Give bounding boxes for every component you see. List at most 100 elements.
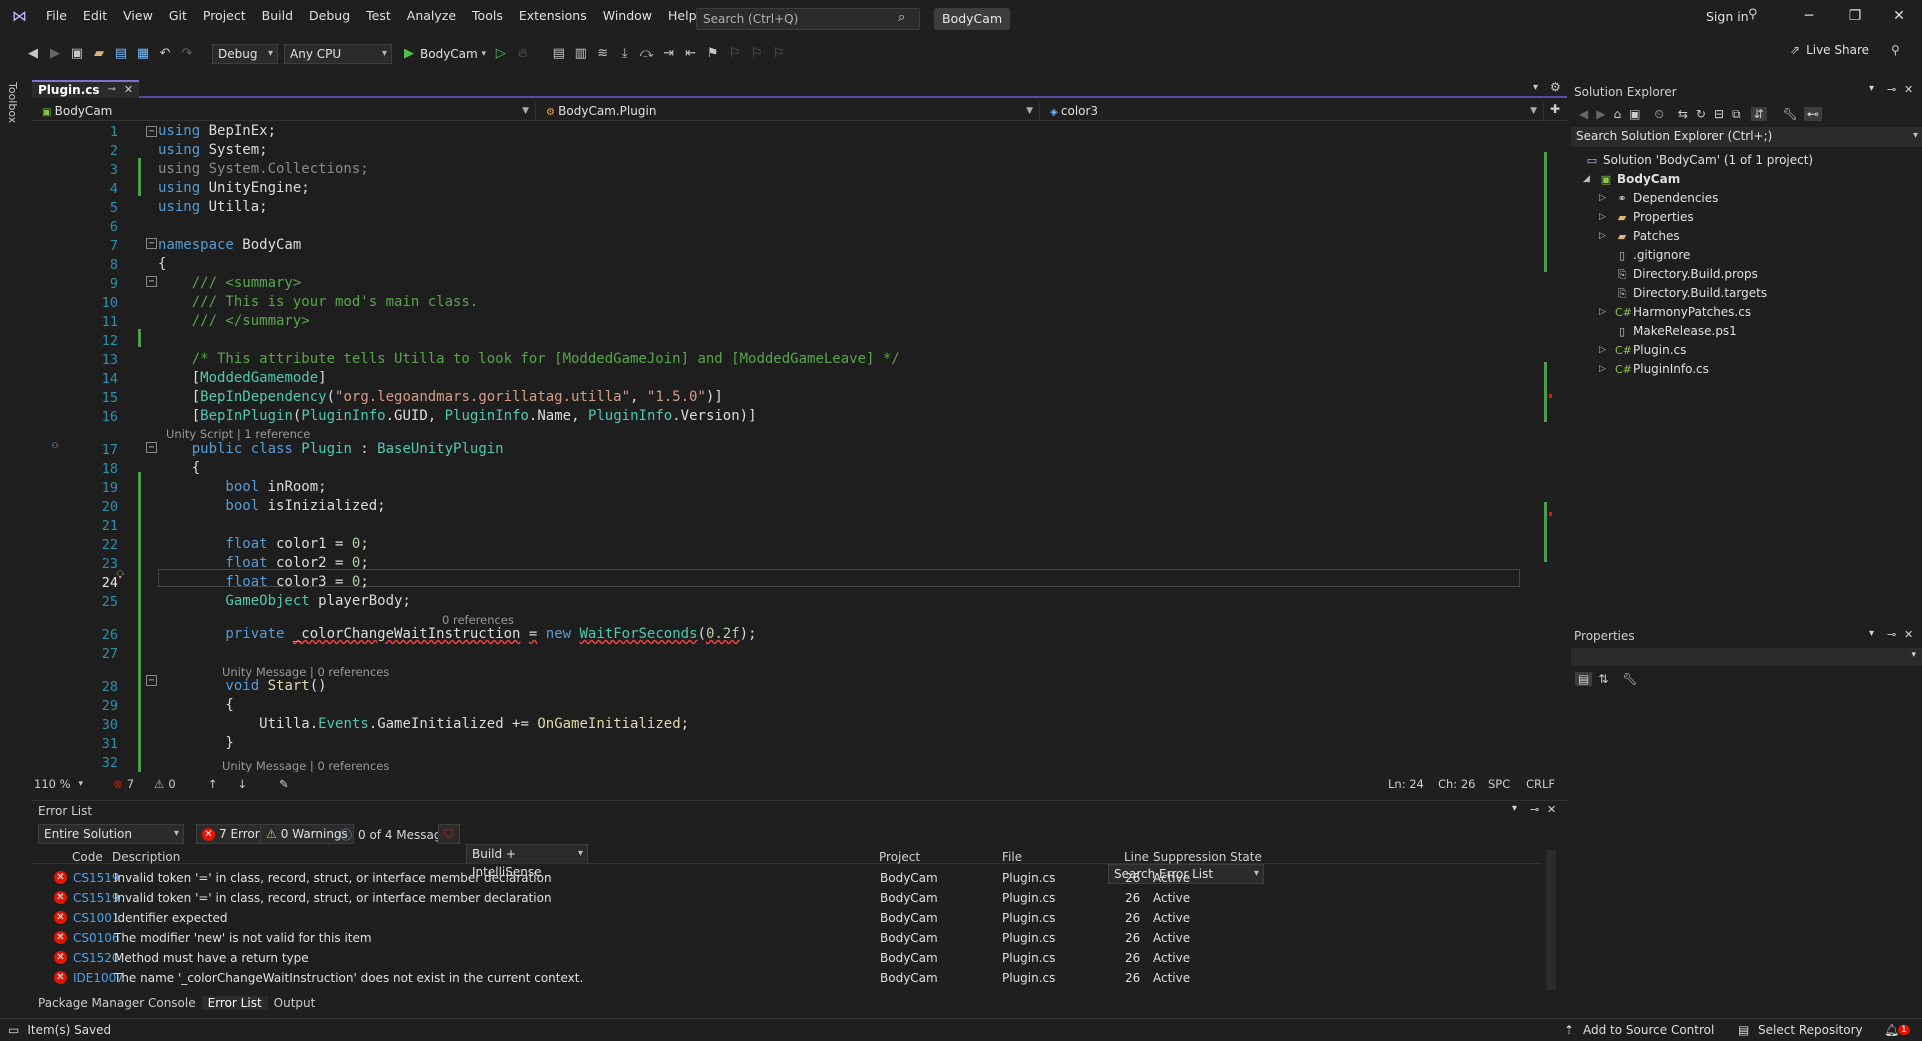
prev-issue-icon[interactable]: ↑ [208, 777, 218, 791]
menu-edit[interactable]: Edit [75, 0, 115, 32]
split-editor-icon[interactable]: ✚ [1550, 102, 1560, 116]
close-window-button[interactable]: ✕ [1876, 0, 1922, 32]
collapsed-arrow-icon[interactable]: ▷ [1599, 231, 1606, 241]
collapse-toggle[interactable]: − [146, 238, 157, 249]
scope-select[interactable]: Entire Solution [38, 824, 184, 844]
pin-icon[interactable]: ⊸ [108, 81, 116, 99]
tree-plugininfo-cs[interactable]: C#PluginInfo.cs [1615, 362, 1709, 376]
tab-output[interactable]: Output [268, 996, 322, 1010]
notifications-icon[interactable]: 🔔︎ [1884, 1023, 1899, 1037]
col-file[interactable]: File [1002, 850, 1022, 864]
error-row[interactable]: ✕ CS0106 The modifier 'new' is not valid… [32, 928, 1542, 948]
error-row[interactable]: ✕ CS1520 Method must have a return type … [32, 948, 1542, 968]
cleanup-icon[interactable]: ✎ [279, 777, 289, 791]
filter-toggle-icon[interactable]: ⛉ [438, 824, 460, 844]
menu-file[interactable]: File [38, 0, 75, 32]
switch-views-icon[interactable]: ▣ [1629, 107, 1640, 121]
error-code-link[interactable]: CS0106 [73, 931, 120, 945]
codelens-references[interactable]: Unity Message | 0 references [222, 665, 389, 679]
tree-dependencies[interactable]: ⚭ Dependencies [1615, 191, 1718, 205]
object-select[interactable]: ▾ [1571, 648, 1922, 666]
tab-package-manager-console[interactable]: Package Manager Console [32, 996, 202, 1010]
close-panel-icon[interactable]: ✕ [1904, 628, 1913, 641]
line-ending[interactable]: CRLF [1526, 777, 1555, 791]
open-folder-icon[interactable]: ▰ [88, 43, 110, 65]
new-project-icon[interactable]: ▣ [66, 43, 88, 65]
undo-icon[interactable]: ↶ [154, 43, 176, 65]
menu-build[interactable]: Build [254, 0, 301, 32]
more-icon[interactable]: ⊷ [1803, 107, 1822, 121]
tree-plugin-cs[interactable]: C#Plugin.cs [1615, 343, 1686, 357]
col-code[interactable]: Code [72, 850, 103, 864]
project-nav-select[interactable]: ▣ BodyCam ▼ [36, 102, 536, 120]
collapse-toggle[interactable]: − [146, 442, 157, 453]
live-share-button[interactable]: Live Share [1806, 43, 1869, 57]
collapse-all-icon[interactable]: ⊟ [1714, 107, 1724, 121]
layout-icon[interactable]: ▥ [570, 43, 592, 65]
cursor-line[interactable]: Ln: 24 [1388, 777, 1424, 791]
run-target-label[interactable]: BodyCam [420, 47, 478, 61]
error-code-link[interactable]: CS1519 [73, 891, 120, 905]
error-row[interactable]: ✕ CS1001 Identifier expected BodyCam Plu… [32, 908, 1542, 928]
account-icon[interactable]: ⚲ [1748, 7, 1758, 22]
save-icon[interactable]: ▤ [110, 43, 132, 65]
panel-dropdown-icon[interactable]: ▾ [1869, 628, 1874, 639]
error-list-scrollbar[interactable] [1546, 850, 1556, 990]
code-editor[interactable]: 💡︎ ⚇ − − − − − 1 2 3 4 5 6 7 8 9 10 11 1… [32, 122, 1552, 772]
close-tab-icon[interactable]: ✕ [124, 81, 133, 99]
redo-icon[interactable]: ↷ [176, 43, 198, 65]
collapsed-arrow-icon[interactable]: ▷ [1599, 345, 1606, 355]
pending-changes-icon[interactable]: ⏲ [1654, 107, 1663, 122]
menu-analyze[interactable]: Analyze [399, 0, 464, 32]
cursor-column[interactable]: Ch: 26 [1438, 777, 1475, 791]
member-nav-select[interactable]: ◈ color3 ▼ [1044, 102, 1544, 120]
close-panel-icon[interactable]: ✕ [1904, 83, 1913, 96]
pin-icon[interactable]: ⊸ [1887, 83, 1896, 96]
back-icon[interactable]: ◀ [1579, 107, 1588, 121]
panel-dropdown-icon[interactable]: ▾ [1869, 83, 1874, 94]
tree-project[interactable]: ▣ BodyCam [1599, 172, 1680, 186]
next-issue-icon[interactable]: ↓ [237, 777, 247, 791]
indent-icon[interactable]: ⇥ [658, 43, 680, 65]
show-all-files-icon[interactable]: ⧉ [1732, 107, 1741, 122]
tab-error-list[interactable]: Error List [201, 996, 268, 1010]
menu-test[interactable]: Test [358, 0, 399, 32]
editor-horizontal-scrollbar[interactable] [362, 780, 1362, 788]
warning-count[interactable]: 0 [168, 777, 175, 791]
start-debug-icon[interactable]: ▶ [398, 43, 420, 65]
preview-icon[interactable]: ⇵ [1750, 107, 1767, 121]
browser-link-icon[interactable]: ▤ [548, 43, 570, 65]
minimize-button[interactable]: ─ [1786, 0, 1832, 32]
collapsed-arrow-icon[interactable]: ▷ [1599, 307, 1606, 317]
editor-settings-icon[interactable]: ⚙ [1550, 80, 1561, 94]
menu-tools[interactable]: Tools [464, 0, 511, 32]
comment-icon[interactable]: ≋ [592, 43, 614, 65]
alphabetical-icon[interactable]: ⇅ [1598, 672, 1608, 686]
collapse-toggle[interactable]: − [146, 675, 157, 686]
home-icon[interactable]: ⌂ [1613, 107, 1621, 121]
clear-bookmarks-icon[interactable]: ⚐ [768, 43, 790, 65]
type-nav-select[interactable]: ⚙ BodyCam.Plugin ▼ [540, 102, 1040, 120]
tab-list-dropdown-icon[interactable]: ▾ [1533, 82, 1538, 93]
col-suppression[interactable]: Suppression State [1153, 850, 1262, 864]
error-code-link[interactable]: CS1001 [73, 911, 120, 925]
refresh-icon[interactable]: ↻ [1696, 107, 1706, 121]
select-repository-button[interactable]: Select Repository [1758, 1023, 1863, 1037]
collapsed-arrow-icon[interactable]: ▷ [1599, 193, 1606, 203]
solution-search-input[interactable]: Search Solution Explorer (Ctrl+;) [1571, 127, 1922, 147]
search-input[interactable]: Search (Ctrl+Q) [696, 8, 920, 30]
restore-button[interactable]: ❐ [1832, 0, 1878, 32]
forward-icon[interactable]: ▶ [44, 43, 66, 65]
error-code-link[interactable]: CS1520 [73, 951, 120, 965]
tree-patches[interactable]: ▰ Patches [1615, 229, 1680, 243]
menu-view[interactable]: View [115, 0, 161, 32]
signin-link[interactable]: Sign in [1706, 9, 1749, 24]
panel-dropdown-icon[interactable]: ▾ [1512, 803, 1517, 814]
properties-icon[interactable]: 🔧︎ [1783, 107, 1798, 121]
sync-icon[interactable]: ⇆ [1678, 107, 1688, 121]
col-line[interactable]: Line [1124, 850, 1149, 864]
codelens-references[interactable]: 0 references [442, 613, 514, 627]
tree-build-props[interactable]: ⎘ Directory.Build.props [1615, 267, 1758, 282]
tab-plugin-cs[interactable]: Plugin.cs ⊸ ✕ [32, 80, 140, 99]
tree-solution[interactable]: ▭ Solution 'BodyCam' (1 of 1 project) [1585, 153, 1813, 167]
